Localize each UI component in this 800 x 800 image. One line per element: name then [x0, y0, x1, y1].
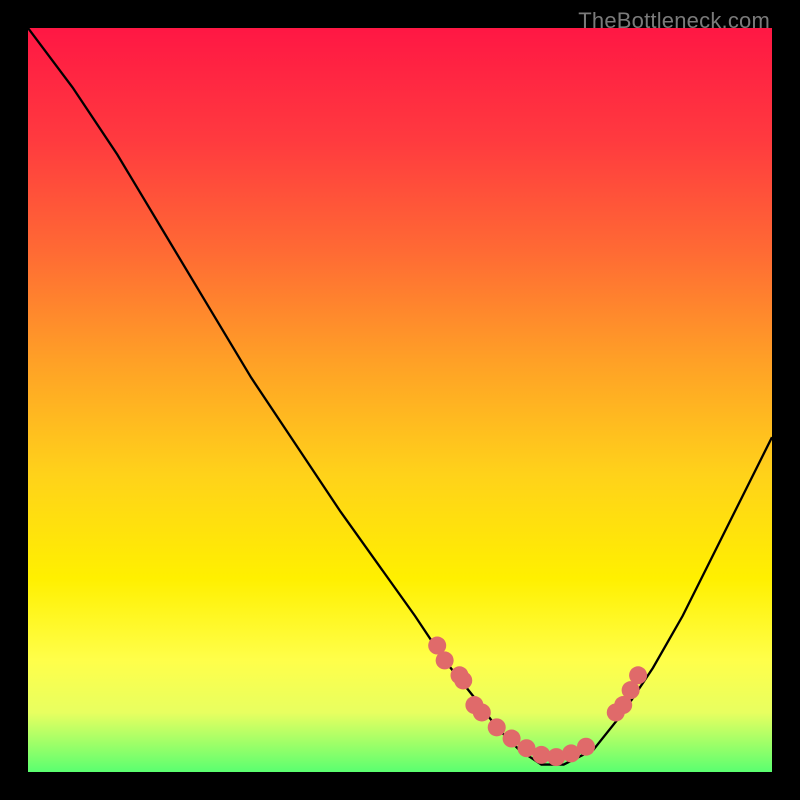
data-marker: [454, 671, 472, 689]
data-marker: [488, 718, 506, 736]
data-marker: [503, 730, 521, 748]
watermark: TheBottleneck.com: [578, 8, 770, 34]
data-marker: [629, 666, 647, 684]
data-marker: [473, 703, 491, 721]
bottleneck-curve: [28, 28, 772, 765]
data-marker: [436, 651, 454, 669]
chart-svg: [28, 28, 772, 772]
chart-container: TheBottleneck.com: [0, 0, 800, 800]
data-marker: [577, 738, 595, 756]
plot-area: [28, 28, 772, 772]
